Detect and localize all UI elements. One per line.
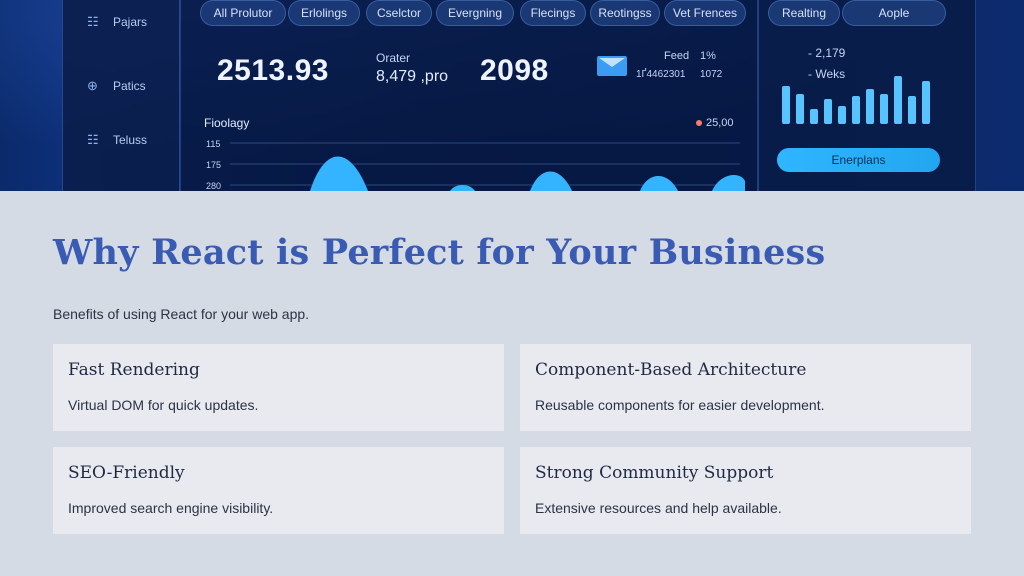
benefit-card-description: Extensive resources and help available. <box>535 500 782 516</box>
feed-label: Feed <box>664 50 690 62</box>
dashboard-sidebar: ☷ Pajars ⊕ Patics ☷ Teluss <box>62 0 180 191</box>
enerplans-button: Enerplans <box>777 148 940 172</box>
chart-wave <box>230 142 745 191</box>
mini-bar <box>880 94 888 124</box>
benefit-card-title: Fast Rendering <box>68 360 200 380</box>
list-icon: ☷ <box>87 132 99 147</box>
filter-pill: Vet Frences <box>664 0 746 26</box>
filter-pill: Cselctor <box>366 0 432 26</box>
page-subtitle: Benefits of using React for your web app… <box>53 306 310 322</box>
mini-bar <box>852 96 860 124</box>
list-icon: ☷ <box>87 14 99 29</box>
stat-value: 2513.93 <box>217 54 329 87</box>
benefit-card-description: Virtual DOM for quick updates. <box>68 397 259 413</box>
filter-pill: Erlolings <box>288 0 360 26</box>
benefit-card: Strong Community Support Extensive resou… <box>520 447 971 534</box>
sidebar-item-label: Pajars <box>113 15 148 29</box>
mini-bar <box>782 86 790 124</box>
mini-bar-chart <box>782 76 930 124</box>
sidebar-item: ⊕ Patics <box>87 78 146 94</box>
mini-bar <box>922 81 930 124</box>
stat-label: Orater <box>376 51 411 65</box>
stat-value: 8,479 ,pro <box>376 68 449 85</box>
benefit-card-description: Improved search engine visibility. <box>68 500 274 516</box>
currency-icon: ⊕ <box>87 78 98 93</box>
benefit-card: Fast Rendering Virtual DOM for quick upd… <box>53 344 504 431</box>
benefit-card: Component-Based Architecture Reusable co… <box>520 344 971 431</box>
mini-bar <box>824 99 832 124</box>
sidebar-item-label: Teluss <box>113 133 148 147</box>
feed-subvalue: 1Ґ4462301 <box>636 69 686 80</box>
benefit-card-title: SEO-Friendly <box>68 463 185 483</box>
sidebar-item-label: Patics <box>113 79 146 93</box>
mini-bar <box>894 76 902 124</box>
mini-bar <box>796 94 804 124</box>
filter-pill: All Prolutor <box>200 0 286 26</box>
feed-subvalue: 1072 <box>700 69 723 80</box>
feed-percent: 1% <box>700 50 716 62</box>
mini-bar <box>810 109 818 124</box>
filter-pill: Flecings <box>520 0 586 26</box>
benefit-card-description: Reusable components for easier developme… <box>535 397 825 413</box>
mail-icon <box>597 56 627 76</box>
right-tab: Realting <box>768 0 840 26</box>
sidebar-item: ☷ Teluss <box>87 132 148 148</box>
filter-pill: Evergning <box>436 0 514 26</box>
right-panel-line: - 2,179 <box>808 46 846 60</box>
right-tab: Aople <box>842 0 946 26</box>
dashboard-hero-image: ☷ Pajars ⊕ Patics ☷ Teluss All Prolutor … <box>0 0 1024 191</box>
mini-bar <box>866 89 874 124</box>
benefit-card: SEO-Friendly Improved search engine visi… <box>53 447 504 534</box>
filter-pill: Reotingss <box>590 0 660 26</box>
page-title: Why React is Perfect for Your Business <box>53 232 826 273</box>
benefit-card-title: Component-Based Architecture <box>535 360 807 380</box>
mini-bar <box>908 96 916 124</box>
sidebar-item: ☷ Pajars <box>87 14 148 30</box>
benefit-card-title: Strong Community Support <box>535 463 774 483</box>
stat-value: 2098 <box>480 54 549 87</box>
mini-bar <box>838 106 846 124</box>
